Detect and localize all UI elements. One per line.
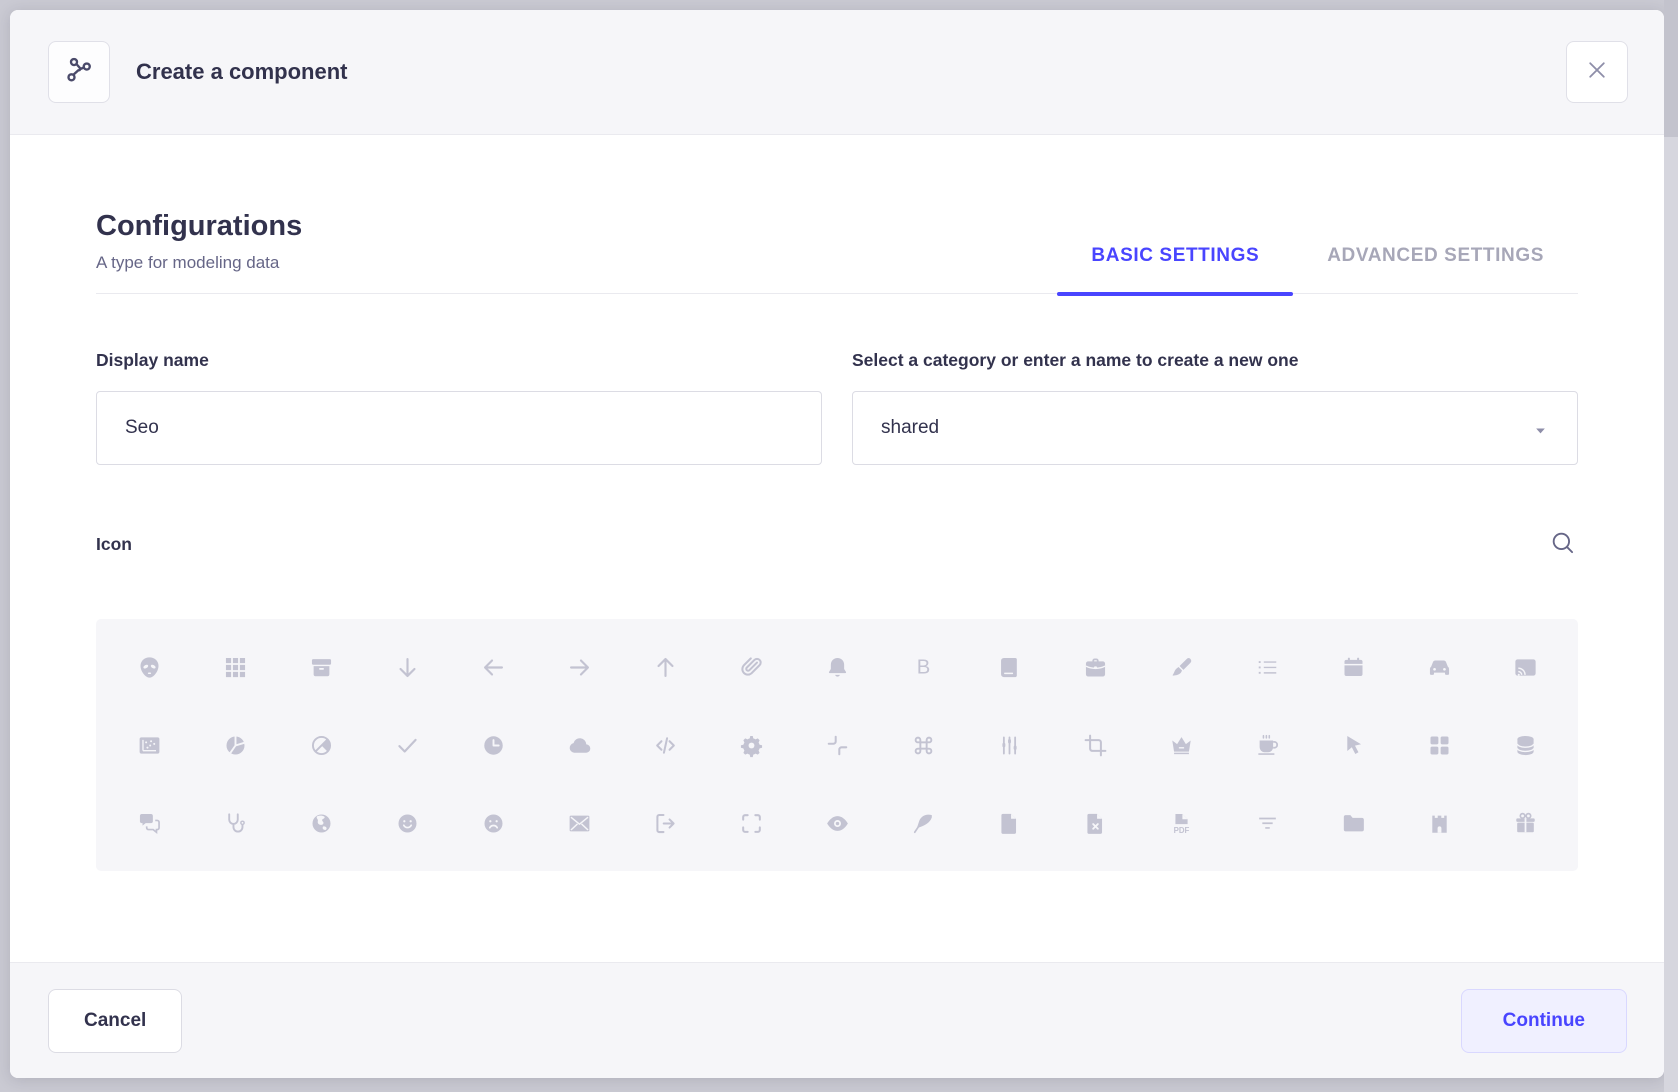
arrow-up-icon[interactable] (622, 628, 708, 706)
crown-icon[interactable] (1138, 706, 1224, 784)
briefcase-icon[interactable] (1052, 628, 1138, 706)
car-icon[interactable] (1396, 628, 1482, 706)
modal-header: Create a component (10, 10, 1664, 135)
display-name-value: Seo (125, 417, 159, 439)
icon-label: Icon (96, 534, 132, 555)
close-icon (1585, 58, 1609, 87)
continue-button[interactable]: Continue (1461, 989, 1627, 1053)
svg-text:PDF: PDF (1173, 826, 1189, 835)
gift-icon[interactable] (1482, 784, 1568, 862)
display-name-input[interactable]: Seo (96, 391, 822, 465)
dashboard-icon[interactable] (1396, 706, 1482, 784)
caret-down-icon (1532, 422, 1549, 435)
cursor-icon[interactable] (1310, 706, 1396, 784)
earth-icon[interactable] (278, 784, 364, 862)
bullet-list-icon[interactable] (1224, 628, 1310, 706)
search-button[interactable] (1548, 529, 1578, 559)
code-icon[interactable] (622, 706, 708, 784)
modal-title: Create a component (136, 59, 348, 85)
icon-grid: B PDF (96, 619, 1578, 871)
cup-icon[interactable] (1224, 706, 1310, 784)
file-icon[interactable] (966, 784, 1052, 862)
brush-icon[interactable] (1138, 628, 1224, 706)
modal-body: Configurations A type for modeling data … (10, 135, 1664, 962)
cast-icon[interactable] (1482, 628, 1568, 706)
feather-icon[interactable] (880, 784, 966, 862)
envelope-icon[interactable] (536, 784, 622, 862)
arrow-right-icon[interactable] (536, 628, 622, 706)
tab-advanced-settings[interactable]: ADVANCED SETTINGS (1293, 245, 1578, 293)
category-label: Select a category or enter a name to cre… (852, 350, 1578, 371)
bell-icon[interactable] (794, 628, 880, 706)
file-error-icon[interactable] (1052, 784, 1138, 862)
apps-icon[interactable] (192, 628, 278, 706)
chart-pie-icon[interactable] (278, 706, 364, 784)
emotion-happy-icon[interactable] (364, 784, 450, 862)
chart-circle-icon[interactable] (192, 706, 278, 784)
close-button[interactable] (1566, 41, 1628, 103)
modal-footer: Cancel Continue (10, 962, 1664, 1078)
book-icon[interactable] (966, 628, 1052, 706)
gate-icon[interactable] (1396, 784, 1482, 862)
tab-basic-settings[interactable]: BASIC SETTINGS (1057, 245, 1293, 293)
arrow-down-icon[interactable] (364, 628, 450, 706)
archive-icon[interactable] (278, 628, 364, 706)
filter-icon[interactable] (1224, 784, 1310, 862)
crop-icon[interactable] (1052, 706, 1138, 784)
cloud-icon[interactable] (536, 706, 622, 784)
clock-icon[interactable] (450, 706, 536, 784)
command-icon[interactable] (880, 706, 966, 784)
database-icon[interactable] (1482, 706, 1568, 784)
cog-icon[interactable] (708, 706, 794, 784)
category-select[interactable]: shared (852, 391, 1578, 465)
check-icon[interactable] (364, 706, 450, 784)
form-row: Display name Seo Select a category or en… (96, 350, 1578, 465)
category-value: shared (881, 417, 939, 439)
discuss-icon[interactable] (106, 784, 192, 862)
collapse-icon[interactable] (794, 706, 880, 784)
arrow-left-icon[interactable] (450, 628, 536, 706)
emotion-unhappy-icon[interactable] (450, 784, 536, 862)
exit-icon[interactable] (622, 784, 708, 862)
component-icon (48, 41, 110, 103)
eye-icon[interactable] (794, 784, 880, 862)
section-header: Configurations A type for modeling data … (96, 210, 1578, 294)
create-component-modal: Create a component Configurations A type… (10, 10, 1664, 1078)
scrollbar[interactable] (1664, 0, 1678, 1092)
settings-tabs: BASIC SETTINGS ADVANCED SETTINGS (1057, 210, 1578, 293)
search-icon (1549, 545, 1577, 560)
attachment-icon[interactable] (708, 628, 794, 706)
section-title: Configurations (96, 210, 302, 243)
icon-field-header: Icon (96, 529, 1578, 559)
expand-icon[interactable] (708, 784, 794, 862)
calendar-icon[interactable] (1310, 628, 1396, 706)
scrollbar-thumb[interactable] (1664, 0, 1678, 137)
svg-text:B: B (916, 656, 930, 678)
alien-icon[interactable] (106, 628, 192, 706)
folder-icon[interactable] (1310, 784, 1396, 862)
cancel-button[interactable]: Cancel (48, 989, 182, 1053)
section-subtitle: A type for modeling data (96, 253, 302, 273)
chart-bubble-icon[interactable] (106, 706, 192, 784)
file-pdf-icon[interactable]: PDF (1138, 784, 1224, 862)
bold-icon[interactable]: B (880, 628, 966, 706)
doctor-icon[interactable] (192, 784, 278, 862)
display-name-label: Display name (96, 350, 822, 371)
sliders-icon[interactable] (966, 706, 1052, 784)
